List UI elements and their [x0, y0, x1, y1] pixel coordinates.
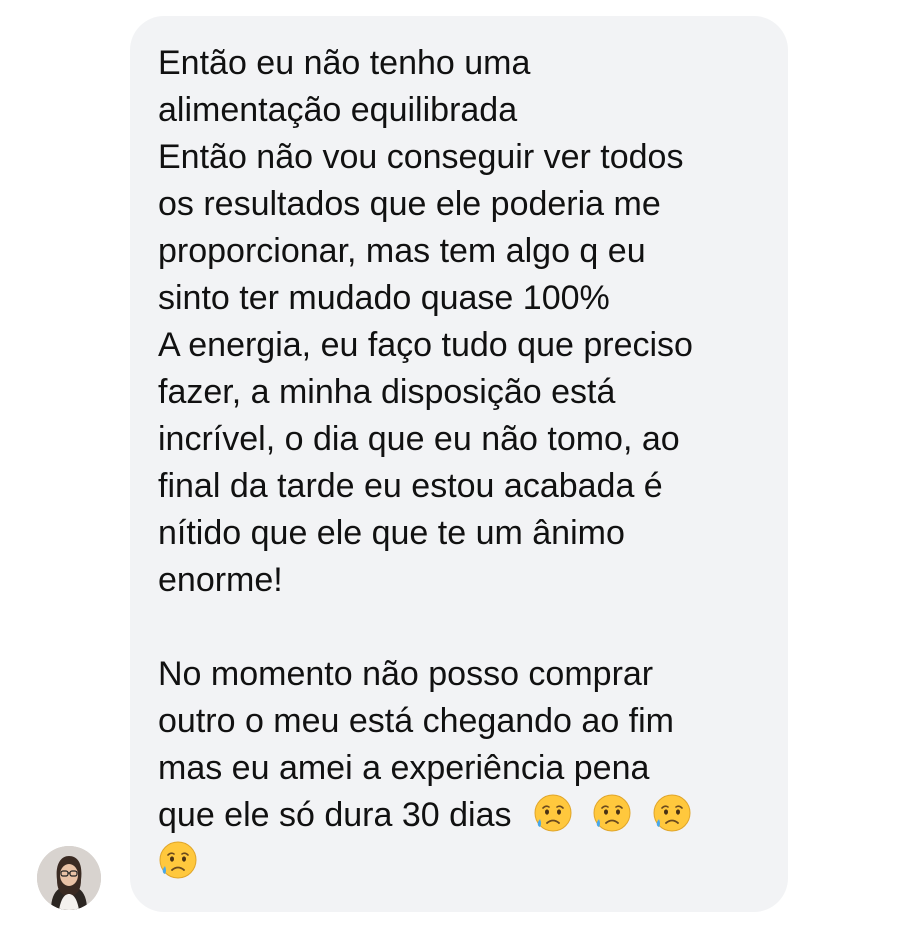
message-line: Então eu não tenho uma [158, 44, 531, 82]
message-line: os resultados que ele poderia me [158, 185, 661, 223]
message-line: A energia, eu faço tudo que preciso [158, 326, 693, 364]
message-line: incrível, o dia que eu não tomo, ao [158, 420, 680, 458]
sad-but-relieved-face-icon [652, 793, 692, 833]
message-line: nítido que ele que te um ânimo [158, 514, 625, 552]
sender-avatar[interactable] [37, 846, 101, 910]
message-line: final da tarde eu estou acabada é [158, 467, 663, 505]
message-final-line: que ele só dura 30 dias [158, 792, 760, 839]
sad-but-relieved-face-icon [158, 840, 198, 880]
message-line: mas eu amei a experiência pena [158, 749, 650, 787]
message-bubble[interactable]: Então eu não tenho uma alimentação equil… [130, 16, 788, 912]
message-line: No momento não posso comprar [158, 655, 654, 693]
message-line: proporcionar, mas tem algo q eu [158, 232, 646, 270]
sad-but-relieved-face-icon [592, 793, 632, 833]
message-emoji-line [158, 839, 760, 886]
message-line: sinto ter mudado quase 100% [158, 279, 610, 317]
message-line: outro o meu está chegando ao fim [158, 702, 674, 740]
message-line: alimentação equilibrada [158, 91, 518, 129]
sad-but-relieved-face-icon [533, 793, 573, 833]
message-line: fazer, a minha disposição está [158, 373, 616, 411]
message-line: que ele só dura 30 dias [158, 796, 512, 834]
message-line: Então não vou conseguir ver todos [158, 138, 684, 176]
message-line: enorme! [158, 561, 283, 599]
avatar-photo-icon [37, 846, 101, 910]
